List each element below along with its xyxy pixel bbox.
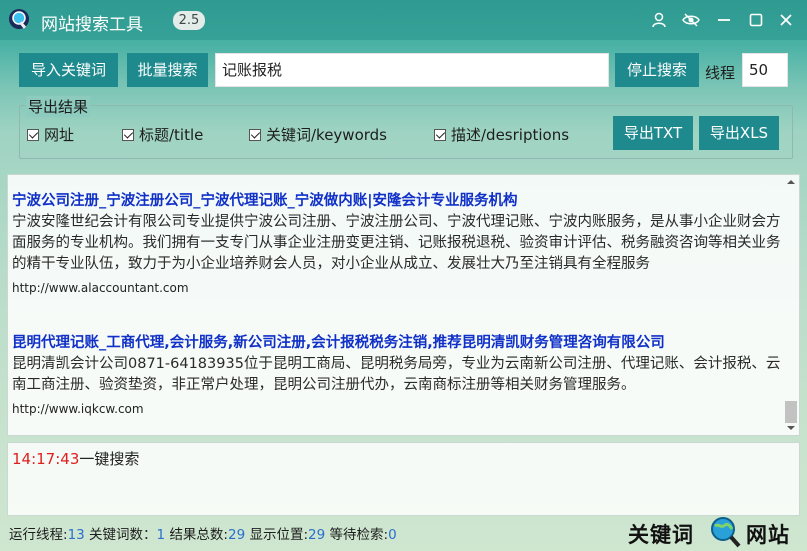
toolbar: 导入关键词 批量搜索 记账报税 停止搜索 线程 50 导出结果 网址 标题/ti… — [0, 40, 807, 166]
status-keywords-value: 1 — [156, 527, 166, 543]
status-pending-value: 0 — [388, 527, 397, 543]
keyword-input[interactable]: 记账报税 — [215, 53, 609, 87]
status-bar: 运行线程:13 关键词数：1 结果总数:29 显示位置:29 等待检索:0 — [9, 523, 397, 543]
status-pending-label: 等待检索: — [329, 527, 389, 543]
result-title[interactable]: 宁波公司注册_宁波注册公司_宁波代理记账_宁波做内账|安隆会计专业服务机构 — [12, 191, 782, 212]
export-xls-button[interactable]: 导出XLS — [699, 116, 779, 150]
scrollbar-thumb[interactable] — [785, 401, 797, 423]
globe-magnifier-icon — [711, 517, 741, 548]
import-keywords-button[interactable]: 导入关键词 — [19, 53, 118, 87]
export-txt-button[interactable]: 导出TXT — [613, 116, 693, 150]
result-item: 宁波公司注册_宁波注册公司_宁波代理记账_宁波做内账|安隆会计专业服务机构 宁波… — [12, 191, 782, 297]
status-threads-value: 13 — [67, 527, 85, 543]
result-description: 宁波安隆世纪会计有限公司专业提供宁波公司注册、宁波注册公司、宁波代理记账、宁波内… — [12, 214, 781, 272]
checkbox-checked-icon[interactable] — [122, 129, 134, 141]
checkbox-descriptions[interactable]: 描述/desriptions — [434, 124, 569, 145]
stop-search-button[interactable]: 停止搜索 — [615, 53, 699, 87]
checkbox-label: 网址 — [44, 126, 75, 144]
result-title[interactable]: 昆明代理记账_工商代理,会计服务,新公司注册,会计报税税务注销,推荐昆明清凯财务… — [12, 333, 782, 354]
log-line: 14:17:43一键搜索 — [12, 448, 139, 469]
brand-logo: 关键词 网站 — [628, 515, 798, 549]
log-panel: 14:17:43一键搜索 — [7, 442, 800, 516]
eye-icon[interactable] — [681, 10, 701, 30]
log-message: 一键搜索 — [79, 450, 140, 468]
checkbox-label: 关键词/keywords — [266, 126, 387, 144]
checkbox-checked-icon[interactable] — [249, 129, 261, 141]
checkbox-label: 标题/title — [139, 126, 204, 144]
status-position-label: 显示位置: — [249, 527, 309, 543]
export-group-title: 导出结果 — [26, 96, 91, 117]
status-threads-label: 运行线程: — [9, 527, 68, 543]
log-time: 14:17:43 — [12, 450, 80, 468]
checkbox-url[interactable]: 网址 — [27, 124, 74, 145]
result-url[interactable]: http://www.alaccountant.com — [12, 280, 782, 297]
checkbox-label: 描述/desriptions — [451, 126, 570, 144]
user-icon[interactable] — [649, 10, 669, 30]
brand-text-left: 关键词 — [628, 523, 694, 547]
threads-input[interactable]: 50 — [742, 53, 788, 87]
brand-text-right: 网站 — [746, 523, 790, 547]
scroll-down-arrow-icon[interactable] — [784, 421, 798, 435]
checkbox-checked-icon[interactable] — [27, 129, 39, 141]
status-keywords-label: 关键词数： — [89, 527, 157, 543]
app-title: 网站搜索工具 — [41, 15, 143, 35]
close-icon[interactable] — [776, 10, 796, 30]
result-url[interactable]: http://www.iqkcw.com — [12, 401, 782, 418]
checkbox-keywords[interactable]: 关键词/keywords — [249, 124, 387, 145]
title-bar: 网站搜索工具 2.5 — [0, 0, 807, 40]
version-badge: 2.5 — [173, 11, 205, 30]
scroll-up-arrow-icon[interactable] — [784, 175, 798, 189]
status-position-value: 29 — [308, 527, 326, 543]
batch-search-button[interactable]: 批量搜索 — [127, 53, 208, 87]
checkbox-title[interactable]: 标题/title — [122, 124, 203, 145]
result-description: 昆明清凯会计公司0871-64183935位于昆明工商局、昆明税务局旁，专业为云… — [12, 356, 781, 393]
magnifier-logo-icon — [9, 9, 29, 29]
status-total-label: 结果总数: — [169, 527, 228, 543]
maximize-icon[interactable] — [746, 10, 766, 30]
checkbox-checked-icon[interactable] — [434, 129, 446, 141]
threads-label: 线程 — [705, 64, 736, 82]
status-total-value: 29 — [228, 527, 246, 543]
minimize-icon[interactable] — [714, 10, 734, 30]
result-item: 昆明代理记账_工商代理,会计服务,新公司注册,会计报税税务注销,推荐昆明清凯财务… — [12, 333, 782, 418]
results-panel[interactable]: 宁波公司注册_宁波注册公司_宁波代理记账_宁波做内账|安隆会计专业服务机构 宁波… — [7, 174, 800, 436]
